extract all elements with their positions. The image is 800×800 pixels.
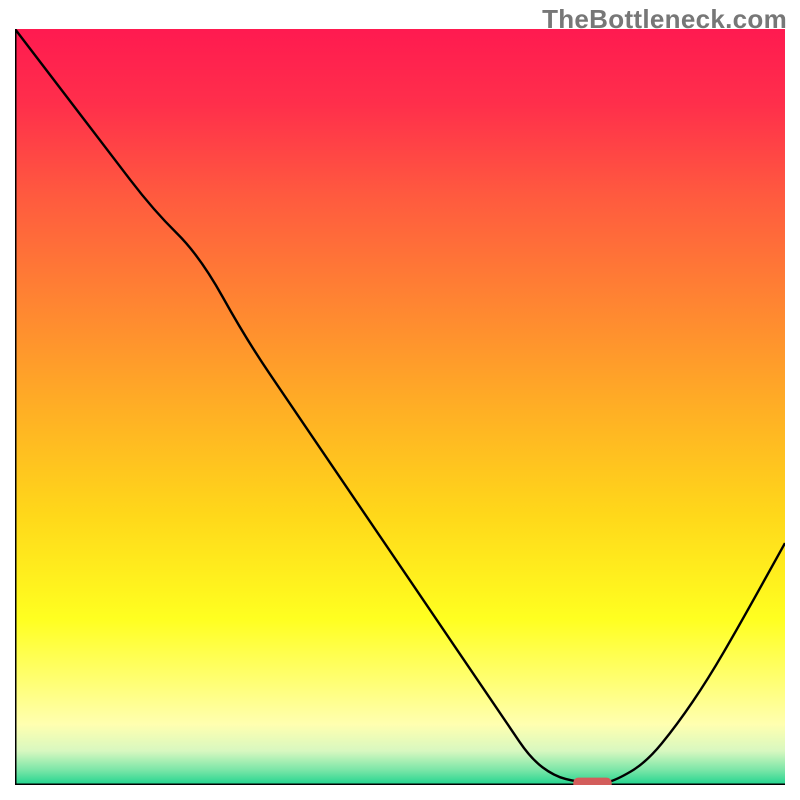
chart-svg [15, 29, 785, 785]
watermark-text: TheBottleneck.com [542, 4, 787, 35]
bottleneck-chart [15, 29, 785, 785]
gradient-background [15, 29, 785, 785]
chart-container: TheBottleneck.com [0, 0, 800, 800]
optimal-marker [573, 778, 612, 785]
